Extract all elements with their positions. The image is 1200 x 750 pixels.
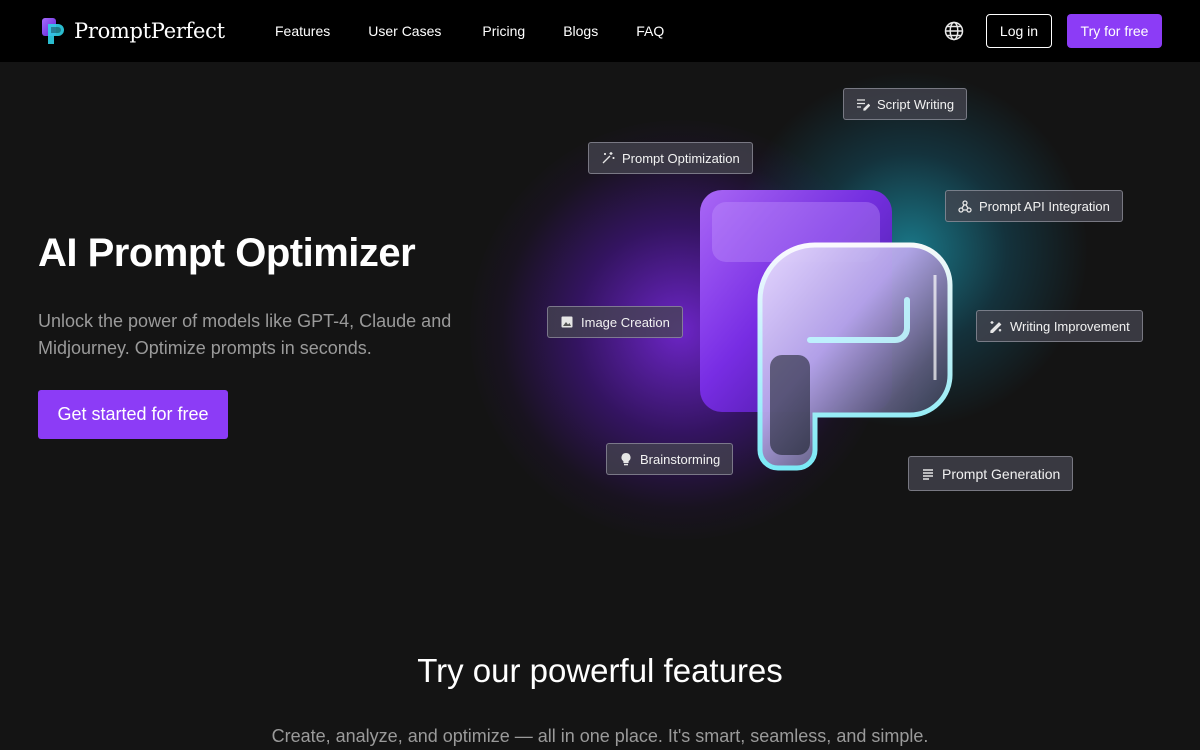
nav-link-pricing[interactable]: Pricing xyxy=(482,23,525,39)
chip-writing-improvement[interactable]: Writing Improvement xyxy=(976,310,1143,342)
text-lines-icon xyxy=(923,468,933,480)
edit-lines-icon xyxy=(857,99,870,111)
nav-link-user-cases[interactable]: User Cases xyxy=(368,23,441,39)
chip-prompt-api-integration[interactable]: Prompt API Integration xyxy=(945,190,1123,222)
chip-label: Script Writing xyxy=(877,96,955,112)
chip-label: Prompt Generation xyxy=(942,465,1061,482)
chip-script-writing[interactable]: Script Writing xyxy=(843,88,968,120)
pen-sparkle-icon xyxy=(990,321,1002,333)
hero-subtitle: Unlock the power of models like GPT-4, C… xyxy=(38,311,452,358)
promptperfect-3d-logo xyxy=(700,190,953,471)
image-icon xyxy=(561,316,573,328)
get-started-button[interactable]: Get started for free xyxy=(38,390,228,439)
chip-prompt-generation[interactable]: Prompt Generation xyxy=(908,456,1074,491)
top-navbar: PromptPerfect Features User Cases Pricin… xyxy=(0,0,1200,62)
nav-link-features[interactable]: Features xyxy=(275,23,330,39)
chip-brainstorming[interactable]: Brainstorming xyxy=(606,443,734,475)
login-button[interactable]: Log in xyxy=(986,14,1052,48)
chip-prompt-optimization[interactable]: Prompt Optimization xyxy=(588,142,753,174)
chip-label: Brainstorming xyxy=(640,451,721,467)
try-for-free-button[interactable]: Try for free xyxy=(1067,14,1162,48)
hero-title: AI Prompt Optimizer xyxy=(38,231,416,275)
nav-link-blogs[interactable]: Blogs xyxy=(563,23,598,39)
nav-link-faq[interactable]: FAQ xyxy=(636,23,664,39)
lightbulb-icon xyxy=(621,452,631,466)
webhook-icon xyxy=(958,200,972,213)
chip-label: Prompt Optimization xyxy=(622,150,740,166)
globe-icon[interactable] xyxy=(944,21,964,41)
brand-logo[interactable]: PromptPerfect xyxy=(42,18,225,44)
nav-links: Features User Cases Pricing Blogs FAQ xyxy=(275,0,702,62)
logo-mark-icon xyxy=(42,18,64,44)
features-title: Try our powerful features xyxy=(417,652,783,689)
magic-wand-icon xyxy=(602,152,615,164)
chip-image-creation[interactable]: Image Creation xyxy=(547,306,683,338)
chip-label: Image Creation xyxy=(581,314,670,330)
chip-label: Writing Improvement xyxy=(1010,318,1130,334)
brand-name: PromptPerfect xyxy=(74,19,225,43)
features-subtitle: Create, analyze, and optimize — all in o… xyxy=(271,726,929,746)
chip-label: Prompt API Integration xyxy=(979,198,1110,214)
